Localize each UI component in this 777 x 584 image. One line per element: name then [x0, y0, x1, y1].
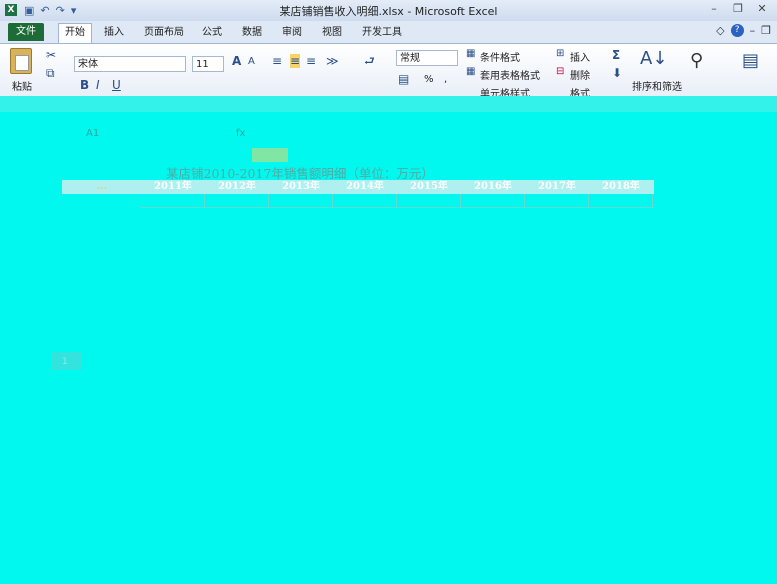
align-bottom-icon[interactable]: ≡ [306, 54, 316, 68]
italic-icon[interactable]: I [96, 78, 100, 92]
grid-line [204, 194, 205, 208]
align-top-icon[interactable]: ≡ [272, 54, 282, 68]
copy-icon[interactable]: ⧉ [46, 66, 55, 81]
comma-style-button[interactable]: , [444, 74, 447, 85]
sort-filter-button[interactable]: 排序和筛选 [632, 78, 682, 93]
align-middle-icon[interactable]: ≡ [290, 54, 301, 68]
name-box-ghost: A1 [86, 128, 100, 139]
tab-insert[interactable]: 插入 [98, 24, 130, 42]
bold-icon[interactable]: B [80, 78, 89, 92]
grid-line [396, 194, 397, 208]
header-cell[interactable]: 2013年 [270, 180, 332, 194]
header-cell[interactable]: 2017年 [526, 180, 588, 194]
accounting-format-icon[interactable]: ▤ [398, 72, 409, 86]
grid-line [524, 194, 525, 208]
header-cell[interactable]: 2015年 [398, 180, 460, 194]
selected-cell[interactable] [252, 148, 288, 162]
title-bar: X ▣ ↶ ↷ ▾ 某店铺销售收入明细.xlsx - Microsoft Exc… [0, 0, 777, 22]
conditional-format-button[interactable]: 条件格式 [480, 49, 520, 64]
tab-formulas[interactable]: 公式 [196, 24, 228, 42]
insert-cells-icon: ⊞ [556, 48, 565, 59]
tab-file[interactable]: 文件 [8, 23, 44, 41]
header-cell[interactable]: 2014年 [334, 180, 396, 194]
grid-line [460, 194, 461, 208]
sort-filter-icon[interactable]: A↓ [640, 48, 667, 69]
faint-cell-label: 1 [62, 357, 68, 367]
restore-icon[interactable]: ❐ [727, 2, 749, 17]
grid-line [588, 194, 589, 208]
tab-review[interactable]: 审阅 [276, 24, 308, 42]
header-cell[interactable]: 2016年 [462, 180, 524, 194]
grid-line [332, 194, 333, 208]
close-icon[interactable]: ✕ [751, 2, 773, 17]
shrink-font-icon[interactable]: A [248, 56, 255, 67]
table-format-button[interactable]: 套用表格格式 [480, 67, 540, 82]
window-title: 某店铺销售收入明细.xlsx - Microsoft Excel [279, 5, 498, 18]
ribbon-right-controls: ◇ ? – ❐ [716, 24, 771, 37]
wrap-text-icon[interactable]: ⮐ [364, 52, 375, 73]
grid-line [268, 194, 269, 208]
ribbon-group-labels-strip [0, 96, 777, 112]
find-select-icon[interactable]: ⚲ [690, 50, 703, 71]
ribbon-tabs: 文件 开始 插入 页面布局 公式 数据 审阅 视图 开发工具 ◇ ? – ❐ [0, 21, 777, 44]
table-format-icon: ▦ [466, 66, 476, 77]
help-icon[interactable]: ? [730, 24, 744, 37]
header-cell[interactable]: 2011年 [142, 180, 204, 194]
delete-cells-button[interactable]: 删除 [570, 67, 590, 82]
number-format-select[interactable]: 常规 [396, 50, 458, 66]
font-name-select[interactable]: 宋体 [74, 56, 186, 72]
tab-page-layout[interactable]: 页面布局 [138, 24, 190, 42]
tab-data[interactable]: 数据 [236, 24, 268, 42]
font-size-select[interactable]: 11 [192, 56, 224, 72]
cut-icon[interactable]: ✂ [46, 48, 56, 62]
workbook-minimize-icon[interactable]: – [750, 24, 756, 37]
grow-font-icon[interactable]: A [232, 54, 241, 68]
minimize-icon[interactable]: – [703, 2, 725, 17]
window-controls: – ❐ ✕ [703, 2, 773, 17]
tab-view[interactable]: 视图 [316, 24, 348, 42]
delete-cells-icon: ⊟ [556, 66, 565, 77]
conditional-format-icon: ▦ [466, 48, 476, 59]
ribbon-home: 粘贴 ✂ ⧉ 宋体 11 A A B I U ≡ ≡ ≡ ≫ ⮐ 常规 ▤ % … [0, 44, 777, 97]
formula-icon: fx [236, 128, 246, 139]
grid-line [652, 194, 653, 208]
header-cell-first[interactable]: ... [66, 180, 138, 194]
underline-icon[interactable]: U [112, 78, 121, 92]
paste-button-label[interactable]: 粘贴 [12, 78, 32, 93]
tab-developer[interactable]: 开发工具 [356, 24, 408, 42]
workbook-restore-icon[interactable]: ❐ [761, 24, 771, 37]
autosum-icon[interactable]: Σ [612, 48, 620, 62]
ribbon-collapse-icon[interactable]: ◇ [716, 24, 724, 37]
data-row[interactable] [140, 195, 654, 208]
header-cell[interactable]: 2018年 [590, 180, 652, 194]
insert-cells-button[interactable]: 插入 [570, 49, 590, 64]
orientation-icon[interactable]: ≫ [326, 54, 339, 68]
paste-icon[interactable] [10, 48, 32, 74]
header-cell[interactable]: 2012年 [206, 180, 268, 194]
gallery-icon[interactable]: ▤ [742, 50, 759, 71]
tab-home[interactable]: 开始 [58, 23, 92, 43]
percent-style-button[interactable]: % [424, 74, 434, 85]
fill-icon[interactable]: ⬇ [612, 66, 622, 80]
